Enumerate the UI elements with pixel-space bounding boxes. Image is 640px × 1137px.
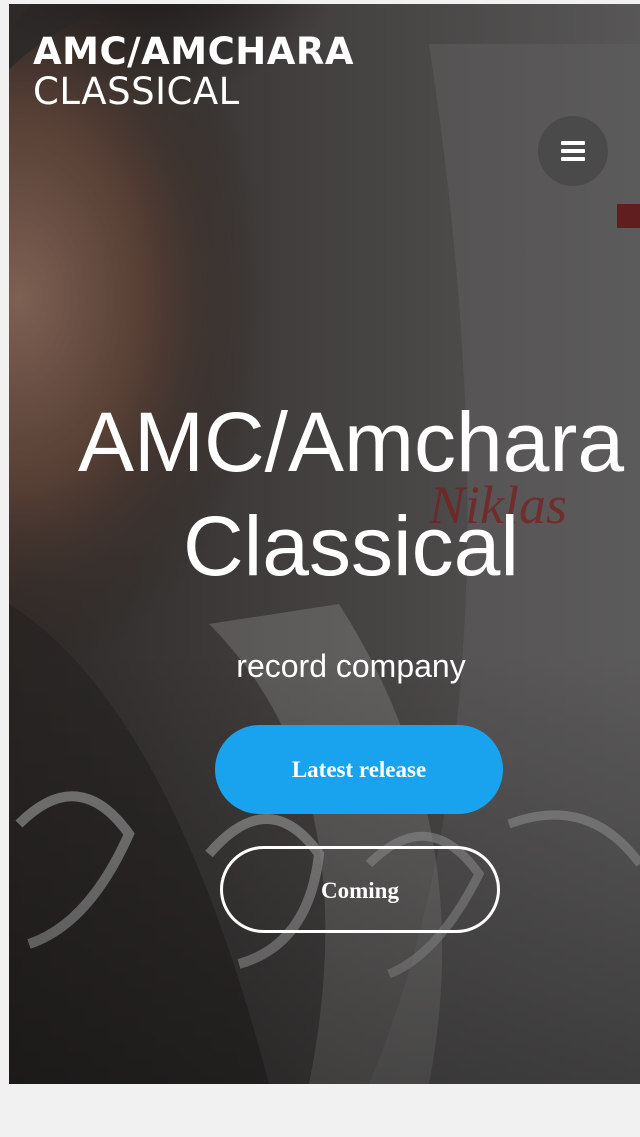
- page: Niklas AMC/AMCHARA CLASSICAL AMC/Amchara…: [0, 0, 640, 1137]
- hero-title-line1: AMC/Amchara: [77, 395, 625, 489]
- hero-title-line2: Classical: [182, 499, 520, 593]
- latest-release-button[interactable]: Latest release: [215, 725, 503, 814]
- hero-subtitle: record company: [236, 648, 466, 684]
- brand-name-line2: CLASSICAL: [33, 70, 240, 113]
- hamburger-icon: [561, 141, 585, 161]
- brand-logo[interactable]: AMC/AMCHARA CLASSICAL: [33, 32, 354, 112]
- coming-button[interactable]: Coming: [220, 846, 500, 933]
- brand-name-line1: AMC/AMCHARA: [33, 30, 354, 73]
- hero-title: AMC/Amchara Classical: [0, 396, 640, 592]
- menu-button[interactable]: [538, 116, 608, 186]
